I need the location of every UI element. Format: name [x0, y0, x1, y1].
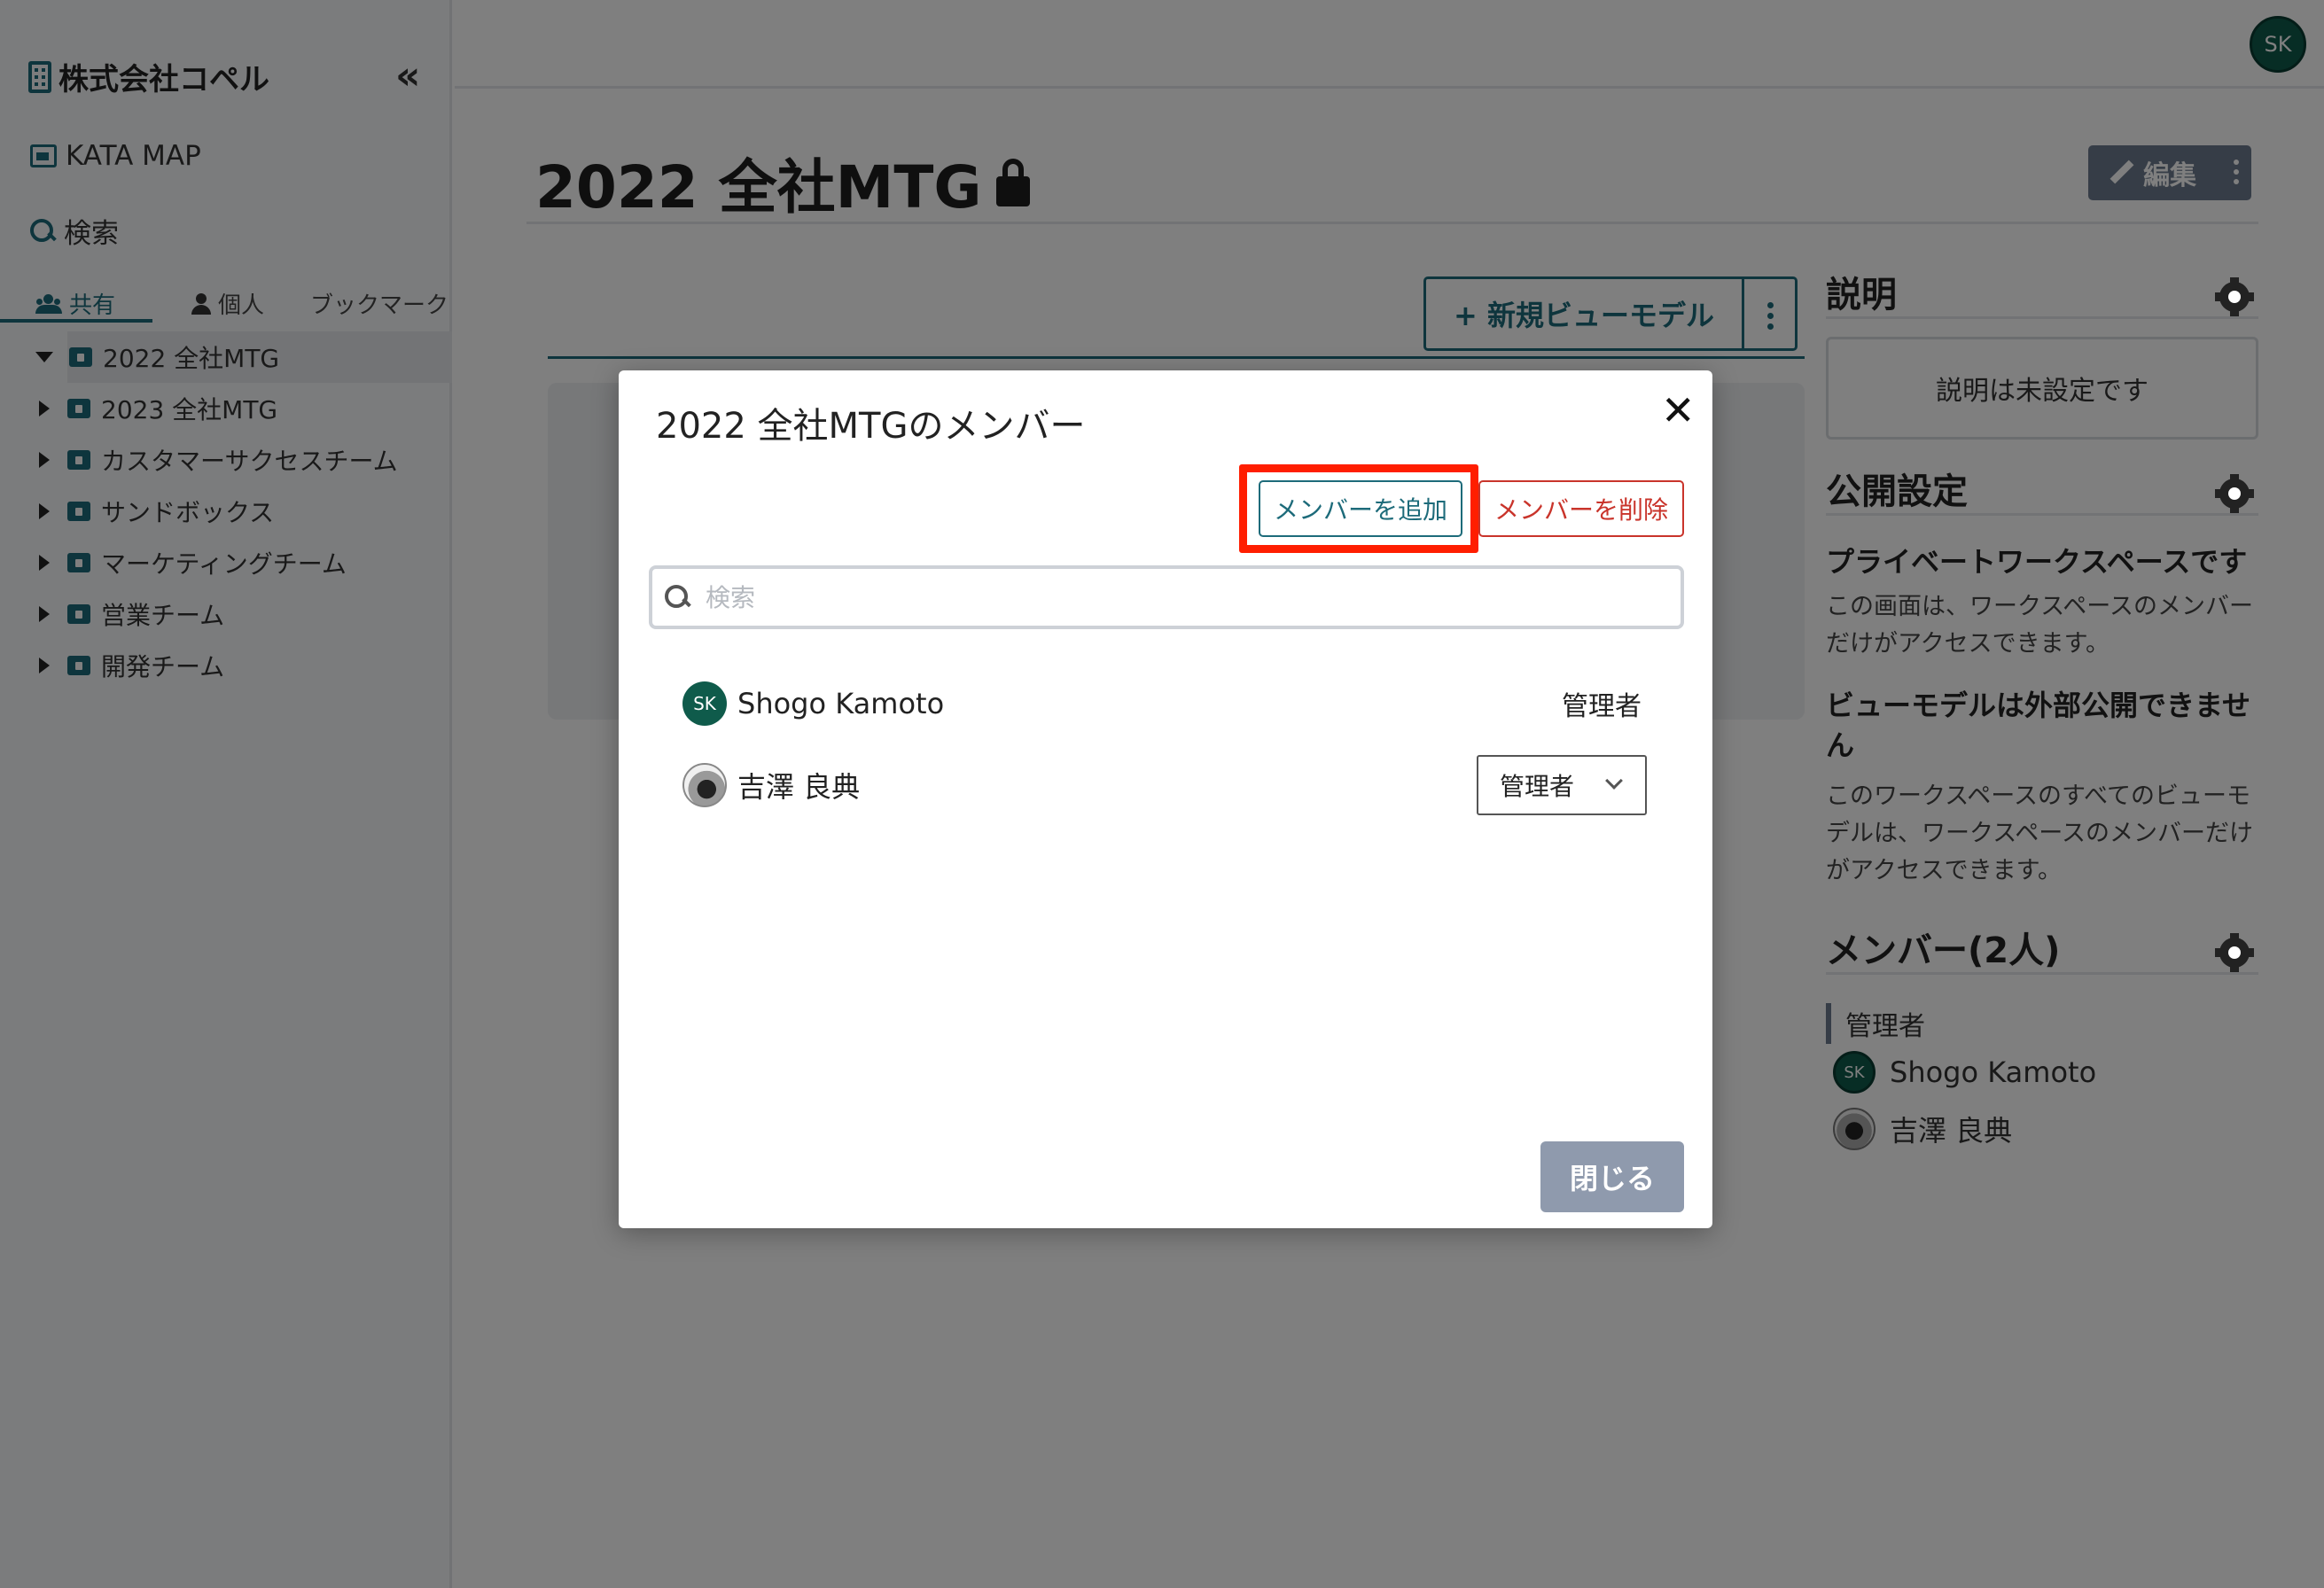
- close-icon[interactable]: ✕: [1661, 390, 1696, 431]
- role-select[interactable]: 管理者: [1477, 755, 1647, 815]
- modal-title: 2022 全社MTGのメンバー: [656, 406, 1086, 447]
- gear-icon[interactable]: [2215, 474, 2254, 513]
- member-name: 吉澤 良典: [737, 770, 861, 804]
- avatar: [682, 763, 727, 807]
- gear-icon[interactable]: [2215, 933, 2254, 972]
- avatar: SK: [682, 681, 727, 726]
- gear-icon[interactable]: [2215, 277, 2254, 316]
- role-select-value: 管理者: [1500, 772, 1575, 801]
- member-role: 管理者: [1562, 691, 1642, 722]
- member-name: Shogo Kamoto: [737, 687, 945, 720]
- remove-member-button[interactable]: メンバーを削除: [1478, 480, 1684, 537]
- members-modal: 2022 全社MTGのメンバー ✕ メンバーを追加 メンバーを削除 SK Sho…: [619, 370, 1712, 1228]
- member-search[interactable]: [649, 565, 1684, 629]
- member-row: SK Shogo Kamoto 管理者: [682, 677, 1657, 730]
- member-search-input[interactable]: [706, 582, 1681, 612]
- close-button[interactable]: 閉じる: [1540, 1141, 1684, 1212]
- chevron-down-icon: [1605, 772, 1623, 790]
- search-icon: [665, 585, 690, 610]
- add-member-button[interactable]: メンバーを追加: [1259, 480, 1462, 537]
